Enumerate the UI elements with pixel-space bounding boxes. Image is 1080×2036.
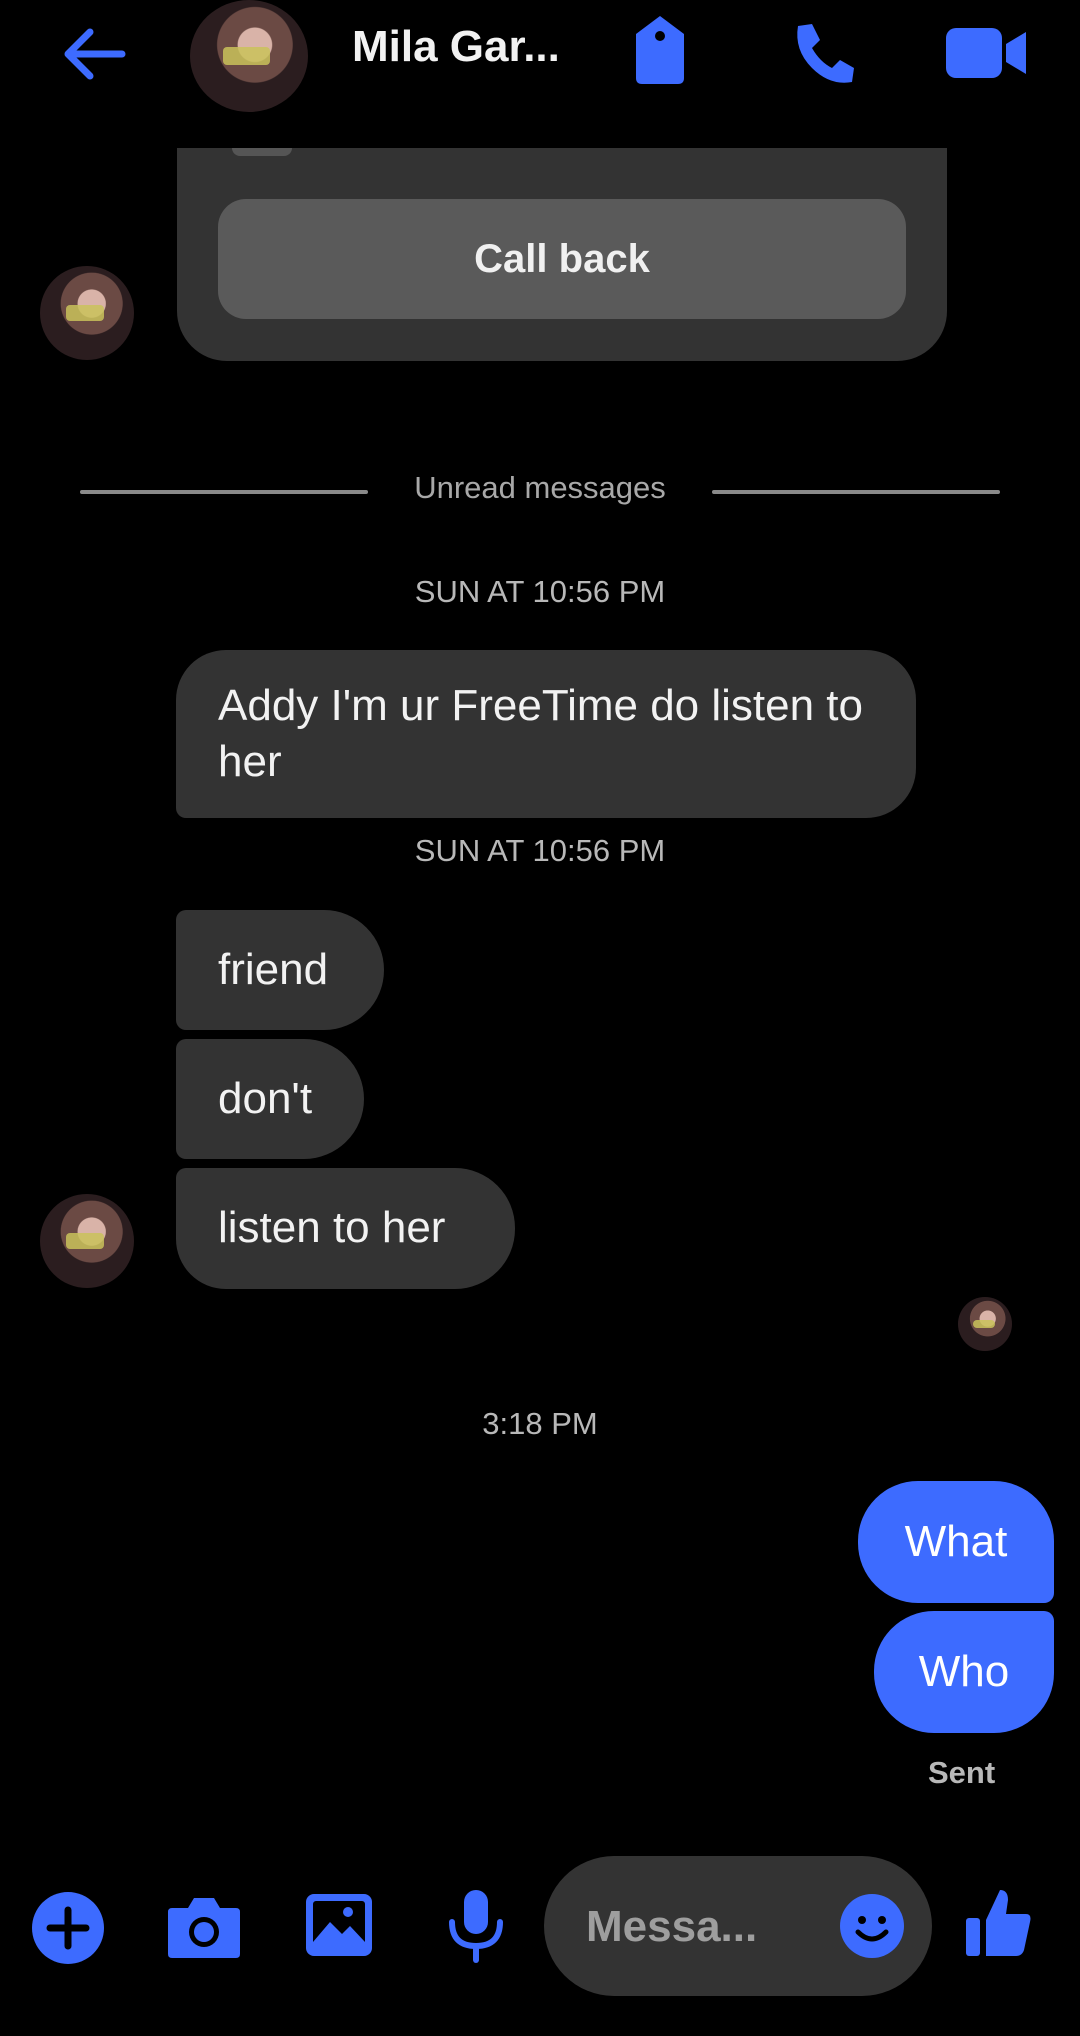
message-text: Who bbox=[918, 1647, 1010, 1696]
contact-avatar[interactable] bbox=[190, 0, 308, 112]
phone-icon[interactable] bbox=[790, 22, 856, 86]
call-card-icon-partial bbox=[232, 148, 292, 156]
incoming-message-bubble[interactable]: don't bbox=[176, 1039, 364, 1159]
outgoing-message-bubble[interactable]: What bbox=[858, 1481, 1054, 1603]
message-timestamp: SUN AT 10:56 PM bbox=[414, 833, 666, 868]
contact-name[interactable]: Mila Gar... bbox=[352, 22, 560, 72]
gallery-icon[interactable] bbox=[304, 1892, 374, 1958]
emoji-icon[interactable] bbox=[838, 1892, 906, 1960]
incoming-message-bubble[interactable]: friend bbox=[176, 910, 384, 1030]
microphone-icon[interactable] bbox=[446, 1888, 506, 1964]
message-status: Sent bbox=[928, 1755, 996, 1790]
message-text: What bbox=[904, 1517, 1008, 1566]
incoming-message-bubble[interactable]: Addy I'm ur FreeTime do listen to her bbox=[176, 650, 916, 818]
contact-avatar-small bbox=[40, 1194, 134, 1288]
call-back-button[interactable]: Call back bbox=[218, 199, 906, 319]
tag-icon[interactable] bbox=[632, 14, 688, 86]
message-text: friend bbox=[218, 945, 329, 994]
message-timestamp: SUN AT 10:56 PM bbox=[414, 574, 666, 609]
message-text: listen to her bbox=[218, 1203, 446, 1252]
unread-messages-divider: Unread messages bbox=[414, 470, 666, 505]
contact-avatar-small bbox=[40, 266, 134, 360]
divider-line-right bbox=[712, 490, 1000, 494]
back-arrow-icon[interactable] bbox=[60, 26, 126, 82]
outgoing-message-bubble[interactable]: Who bbox=[874, 1611, 1054, 1733]
message-timestamp: 3:18 PM bbox=[482, 1406, 598, 1441]
thumbs-up-icon[interactable] bbox=[964, 1886, 1034, 1958]
message-input-placeholder: Messa... bbox=[586, 1902, 758, 1951]
video-icon[interactable] bbox=[944, 26, 1028, 80]
message-text: Addy I'm ur FreeTime do listen to her bbox=[218, 681, 864, 786]
message-text: don't bbox=[218, 1074, 313, 1123]
read-receipt-avatar bbox=[958, 1297, 1012, 1351]
camera-icon[interactable] bbox=[166, 1894, 242, 1960]
conversation-header: Mila Gar... bbox=[0, 0, 1080, 140]
plus-icon[interactable] bbox=[30, 1890, 106, 1966]
incoming-message-bubble[interactable]: listen to her bbox=[176, 1168, 515, 1289]
divider-line-left bbox=[80, 490, 368, 494]
